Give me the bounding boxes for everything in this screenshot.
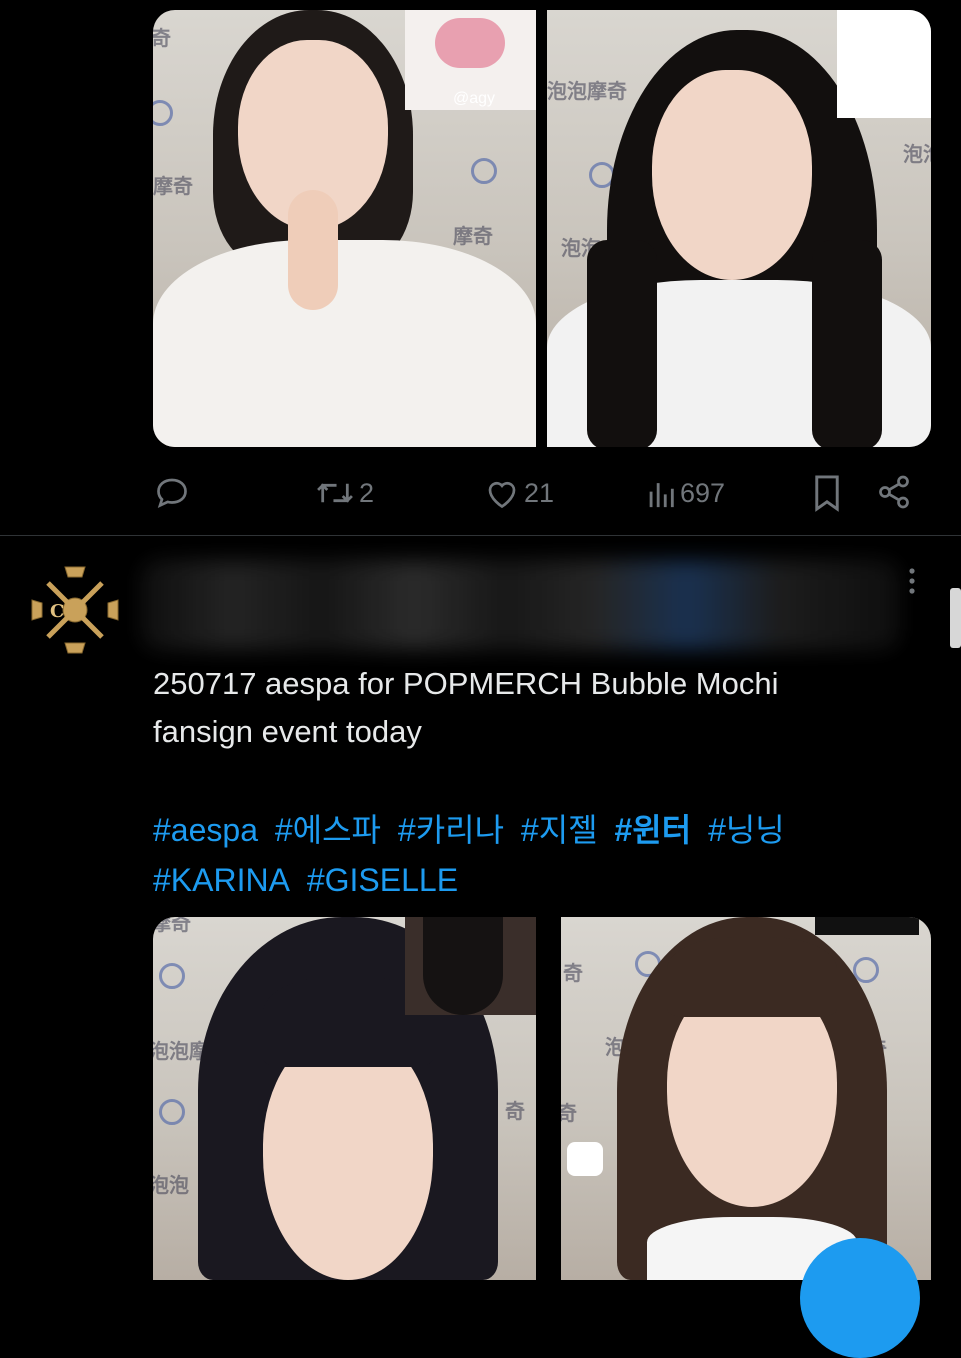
tweet-text-line: fansign event today bbox=[153, 714, 422, 749]
photo-person: 摩奇 泡泡摩奇 奇 泡泡 bbox=[153, 917, 536, 1280]
tweet-text-line: 250717 aespa for POPMERCH Bubble Mochi bbox=[153, 666, 779, 701]
hashtag-link[interactable]: #닝닝 bbox=[708, 812, 785, 848]
watermark-text: 奇 bbox=[505, 1099, 525, 1123]
bookmark-button[interactable] bbox=[812, 474, 842, 512]
like-count: 21 bbox=[524, 477, 555, 508]
views-icon bbox=[649, 483, 674, 508]
watermark-text: 摩奇 bbox=[453, 224, 493, 248]
brand-logo-icon bbox=[153, 100, 173, 126]
compose-button[interactable] bbox=[800, 1238, 920, 1358]
views-button[interactable]: 697 bbox=[646, 476, 725, 510]
share-button[interactable] bbox=[876, 474, 912, 510]
post1-image-right[interactable]: 泡泡摩奇 泡泡 泡泡 bbox=[547, 10, 931, 447]
reply-button[interactable] bbox=[153, 474, 195, 510]
watermark-text: 奇 bbox=[153, 26, 171, 50]
photo-person: 奇 泡泡 摩奇 奇 bbox=[547, 917, 931, 1280]
reply-icon bbox=[157, 478, 187, 509]
author-name-blurred bbox=[140, 560, 900, 650]
post2-image-right[interactable]: 奇 泡泡 摩奇 奇 bbox=[547, 917, 931, 1280]
watermark-text: 摩奇 bbox=[153, 174, 193, 198]
avatar-logo-icon: C bbox=[31, 566, 119, 654]
retweet-button[interactable]: 2 bbox=[315, 476, 374, 510]
hashtag-list: #aespa #에스파 #카리나 #지젤 #윈터 #닝닝 #KARINA #GI… bbox=[153, 805, 913, 905]
hashtag-link[interactable]: #KARINA bbox=[153, 862, 290, 898]
post2-image-left[interactable]: 摩奇 泡泡摩奇 奇 泡泡 bbox=[153, 917, 536, 1280]
watermark-text: 泡泡摩奇 bbox=[547, 79, 627, 103]
scrollbar[interactable] bbox=[950, 588, 961, 648]
watermark-text: 泡泡 bbox=[903, 142, 931, 166]
heart-icon bbox=[488, 481, 516, 509]
hashtag-link[interactable]: #지젤 bbox=[521, 812, 598, 848]
photo-person: 泡泡摩奇 泡泡 泡泡 bbox=[547, 10, 931, 447]
hashtag-link[interactable]: #카리나 bbox=[398, 812, 504, 848]
photo-person: 奇 摩奇 摩奇 泡泡 @agy bbox=[153, 10, 536, 447]
hashtag-link[interactable]: #GISELLE bbox=[307, 862, 458, 898]
svg-text:C: C bbox=[50, 601, 64, 622]
inset-photo bbox=[837, 10, 931, 118]
watermark-text: 泡泡 bbox=[153, 1173, 189, 1197]
hashtag-link[interactable]: #윈터 bbox=[614, 812, 691, 848]
views-count: 697 bbox=[680, 477, 726, 508]
avatar[interactable]: C bbox=[30, 565, 120, 655]
dog-sticker-icon bbox=[567, 1142, 603, 1176]
post-divider bbox=[0, 535, 961, 536]
more-button[interactable] bbox=[900, 566, 924, 596]
share-icon bbox=[879, 475, 909, 509]
retweet-icon bbox=[317, 483, 353, 503]
inset-photo bbox=[815, 917, 919, 935]
hashtag-link[interactable]: #에스파 bbox=[275, 812, 381, 848]
brand-logo-icon bbox=[159, 963, 185, 989]
brand-logo-icon bbox=[471, 158, 497, 184]
retweet-count: 2 bbox=[359, 477, 375, 508]
bookmark-icon bbox=[815, 475, 839, 512]
tweet-text: 250717 aespa for POPMERCH Bubble Mochi f… bbox=[153, 660, 913, 756]
hashtag-link[interactable]: #aespa bbox=[153, 812, 258, 848]
watermark-text: 摩奇 bbox=[153, 917, 191, 935]
more-icon bbox=[909, 568, 915, 594]
watermark-text: 奇 bbox=[563, 961, 583, 985]
brand-logo-icon bbox=[159, 1099, 185, 1125]
post1-image-left[interactable]: 奇 摩奇 摩奇 泡泡 @agy bbox=[153, 10, 536, 447]
like-button[interactable]: 21 bbox=[484, 476, 554, 510]
overlay-tag: @agy bbox=[453, 90, 496, 107]
